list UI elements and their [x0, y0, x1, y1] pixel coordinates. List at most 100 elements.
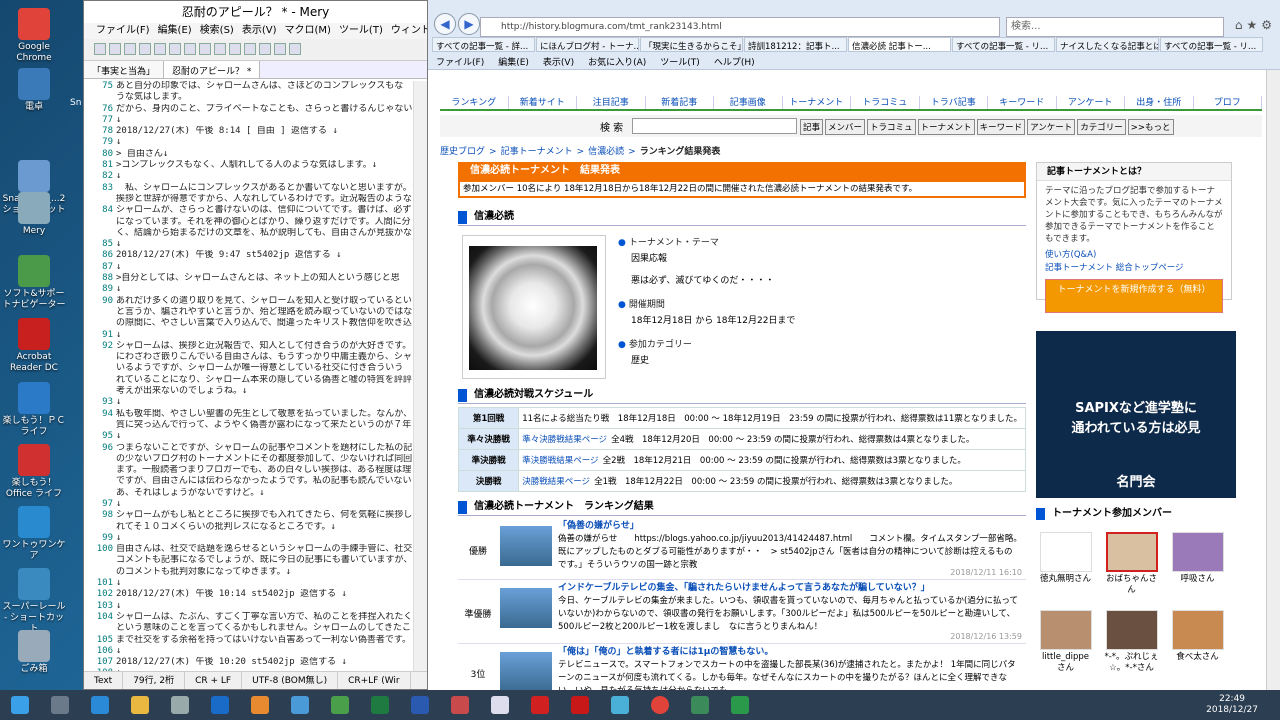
mery-menu-item[interactable]: 表示(V) — [242, 25, 277, 36]
paste-icon[interactable] — [184, 43, 196, 55]
ranking-title[interactable]: 「偽善の嫌がらせ」 — [558, 521, 639, 531]
word-taskbar-icon[interactable] — [402, 692, 438, 718]
print-icon[interactable] — [139, 43, 151, 55]
copy-icon[interactable] — [169, 43, 181, 55]
nav-item[interactable]: トラバ記事 — [920, 96, 988, 109]
search-button[interactable]: アンケート — [1027, 119, 1076, 135]
excel-taskbar-icon[interactable] — [362, 692, 398, 718]
member[interactable]: 呼吸さん — [1170, 532, 1225, 585]
mery-menu-item[interactable]: 編集(E) — [158, 25, 192, 36]
nav-item[interactable]: 記事画像 — [714, 96, 783, 109]
mery-scrollbar[interactable] — [413, 81, 427, 673]
rakuten-taskbar-icon[interactable] — [522, 692, 558, 718]
browser-tab[interactable]: すべての記事一覧 - リ... — [952, 37, 1055, 52]
mcafee-taskbar-icon[interactable] — [562, 692, 598, 718]
ranking-thumbnail[interactable] — [500, 652, 552, 690]
outlook-taskbar-icon[interactable] — [202, 692, 238, 718]
browser-menu-item[interactable]: 表示(V) — [543, 58, 574, 68]
browser-tab[interactable]: 「現実に生きるからこそ」... — [640, 37, 743, 52]
mery-menu-item[interactable]: ファイル(F) — [96, 25, 150, 36]
book-taskbar-icon[interactable] — [602, 692, 638, 718]
desktop-icon[interactable]: スーパーレール - ショートカット — [0, 568, 68, 635]
mery-tab[interactable]: 忍耐のアピール？ * — [164, 61, 261, 78]
member[interactable]: *-*。ぷれじぇ☆。*-*さん — [1104, 610, 1159, 674]
member[interactable]: 食べ太さん — [1170, 610, 1225, 663]
record-icon[interactable] — [289, 43, 301, 55]
undo-icon[interactable] — [199, 43, 211, 55]
game-taskbar-icon[interactable] — [442, 692, 478, 718]
address-bar[interactable]: http://history.blogmura.com/tmt_rank2314… — [480, 17, 1000, 37]
new-icon[interactable] — [94, 43, 106, 55]
search-button[interactable]: メンバー — [825, 119, 866, 135]
macro-icon[interactable] — [274, 43, 286, 55]
mery-menu-item[interactable]: マクロ(M) — [285, 25, 331, 36]
nav-item[interactable]: ランキング — [440, 96, 509, 109]
site-search-input[interactable] — [632, 118, 797, 134]
search-button[interactable]: キーワード — [976, 119, 1026, 135]
ranking-thumbnail[interactable] — [500, 588, 552, 628]
create-tournament-button[interactable]: トーナメントを新規作成する（無料） — [1045, 279, 1223, 313]
ranking-title[interactable]: 「俺は」「俺の」と執着する者には1μの智慧もない。 — [558, 647, 773, 657]
search-box[interactable]: 検索... — [1006, 17, 1224, 37]
nav-item[interactable]: トラコミュ — [851, 96, 920, 109]
browser-menu-item[interactable]: ツール(T) — [660, 58, 700, 68]
calendar-taskbar-icon[interactable] — [282, 692, 318, 718]
edit-taskbar-icon[interactable] — [482, 692, 518, 718]
nav-item[interactable]: 新着サイト — [509, 96, 577, 109]
search-button[interactable]: トーナメント — [917, 119, 975, 135]
nav-item[interactable]: 新着記事 — [646, 96, 714, 109]
open-icon[interactable] — [109, 43, 121, 55]
browser-menu-item[interactable]: お気に入り(A) — [588, 58, 646, 68]
task-view-icon[interactable] — [42, 692, 78, 718]
browser-menu-item[interactable]: 編集(E) — [498, 58, 529, 68]
desktop-icon[interactable]: ソフト&サポートナビゲーター — [0, 255, 68, 311]
ad-banner[interactable]: SAPIXなど進学塾に 通われている方は必見 名門会 — [1036, 331, 1236, 498]
nav-item[interactable]: 出身・住所 — [1125, 96, 1194, 109]
breadcrumb-item[interactable]: 信濃必読 — [588, 147, 624, 157]
ranking-title[interactable]: インドケーブルテレビの集金、「騙されたらいけませんよって言うあなたが騙していない… — [558, 583, 930, 593]
ranking-thumbnail[interactable] — [500, 526, 552, 566]
browser-tab[interactable]: 詩訓181212：記事ト... — [744, 37, 847, 52]
back-button[interactable]: ◀ — [434, 13, 456, 35]
forward-button[interactable]: ▶ — [458, 13, 480, 35]
browser-icons[interactable]: ⌂★⚙ — [1235, 18, 1276, 32]
member[interactable]: little_dippeさん — [1038, 610, 1093, 674]
breadcrumb-item[interactable]: 歴史ブログ — [440, 147, 485, 157]
desktop-icon[interactable]: Acrobat Reader DC — [0, 318, 68, 374]
cut-icon[interactable] — [154, 43, 166, 55]
browser-tab[interactable]: すべての記事一覧 - リ... — [1160, 37, 1263, 52]
nav-item[interactable]: キーワード — [988, 96, 1057, 109]
desktop-icon[interactable]: ごみ箱 — [0, 630, 68, 675]
browser-tab[interactable]: にほんブログ村 - トーナ... — [536, 37, 639, 52]
desktop-icon[interactable]: ワントゥワンケア — [0, 506, 68, 562]
paint-taskbar-icon[interactable] — [242, 692, 278, 718]
search-button[interactable]: カテゴリー — [1077, 119, 1126, 135]
desktop-icon[interactable]: 電卓 — [0, 68, 68, 113]
nav-item[interactable]: プロフ — [1194, 96, 1262, 109]
browser-tab[interactable]: ナイスしたくなる記事とは... — [1056, 37, 1159, 52]
mery-menu-item[interactable]: ツール(T) — [339, 25, 383, 36]
schedule-link[interactable]: 決勝戦結果ページ — [522, 477, 590, 487]
nav-item[interactable]: トーナメント — [783, 96, 851, 109]
browser-menu-item[interactable]: ヘルプ(H) — [714, 58, 755, 68]
side-link[interactable]: 使い方(Q&A) — [1037, 249, 1231, 262]
member[interactable]: 徳丸無明さん — [1038, 532, 1093, 585]
app-taskbar-icon[interactable] — [682, 692, 718, 718]
desktop-icon[interactable]: 楽しもう！Office ライフ — [0, 444, 68, 500]
mery-menu-item[interactable]: ウィンドウ(W) — [391, 25, 427, 36]
soft-taskbar-icon[interactable] — [322, 692, 358, 718]
chrome-taskbar-icon[interactable] — [642, 692, 678, 718]
mery-tab[interactable]: 「事実と当為」 — [84, 61, 165, 78]
explorer-taskbar-icon[interactable] — [122, 692, 158, 718]
nav-item[interactable]: アンケート — [1057, 96, 1125, 109]
desktop-icon[interactable]: Mery — [0, 192, 68, 237]
start-button[interactable] — [2, 692, 38, 718]
browser-tab[interactable]: すべての記事一覧 - 詳... — [432, 37, 535, 52]
desktop-icon[interactable]: 楽しもう！ＰＣライフ — [0, 382, 68, 438]
breadcrumb-item[interactable]: 記事トーナメント — [501, 147, 573, 157]
mery-menu-item[interactable]: 検索(S) — [200, 25, 234, 36]
sheet-taskbar-icon[interactable] — [722, 692, 758, 718]
side-link[interactable]: 記事トーナメント 総合トップページ — [1037, 262, 1231, 275]
search-button[interactable]: トラコミュ — [867, 119, 916, 135]
clock[interactable]: 22:49 2018/12/27 — [1206, 694, 1258, 716]
